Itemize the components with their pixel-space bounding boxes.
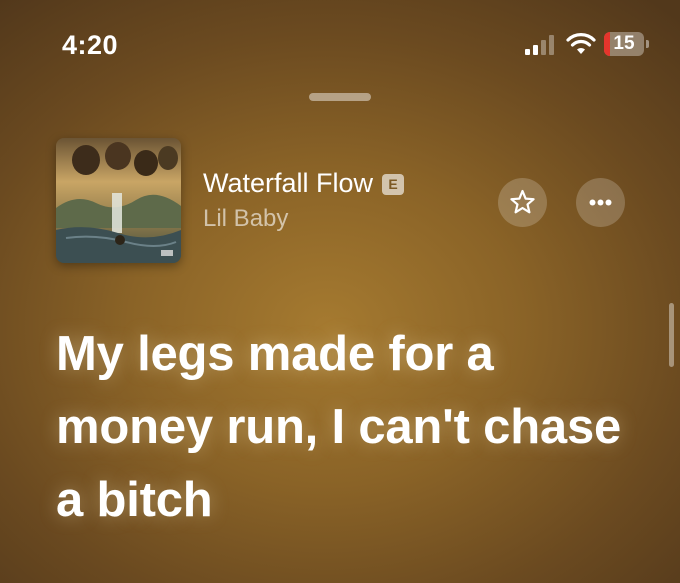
signal-bar: [525, 49, 530, 55]
signal-bar: [549, 35, 554, 55]
wifi-icon: [566, 33, 596, 54]
song-title[interactable]: Waterfall Flow: [203, 168, 373, 198]
battery-icon: 15: [604, 32, 644, 56]
cellular-signal-icon: [525, 35, 554, 55]
current-lyric-line[interactable]: My legs made for a money run, I can't ch…: [56, 318, 646, 537]
battery-level: 15: [613, 33, 635, 54]
scroll-indicator[interactable]: [669, 303, 674, 367]
status-bar: 4:20 15: [0, 0, 680, 80]
signal-bar: [533, 45, 538, 55]
song-title-row[interactable]: Waterfall Flow E: [203, 168, 405, 199]
album-artwork[interactable]: [56, 138, 181, 263]
battery-cap: [646, 40, 649, 48]
more-options-button[interactable]: [576, 178, 625, 227]
explicit-badge: E: [382, 174, 405, 195]
artist-name[interactable]: Lil Baby: [203, 205, 288, 233]
status-time: 4:20: [62, 30, 119, 60]
sheet-grabber-handle[interactable]: [309, 93, 371, 101]
signal-bar: [541, 40, 546, 55]
ellipsis-icon: [589, 199, 612, 206]
star-icon: [510, 189, 535, 214]
favorite-button[interactable]: [498, 178, 547, 227]
